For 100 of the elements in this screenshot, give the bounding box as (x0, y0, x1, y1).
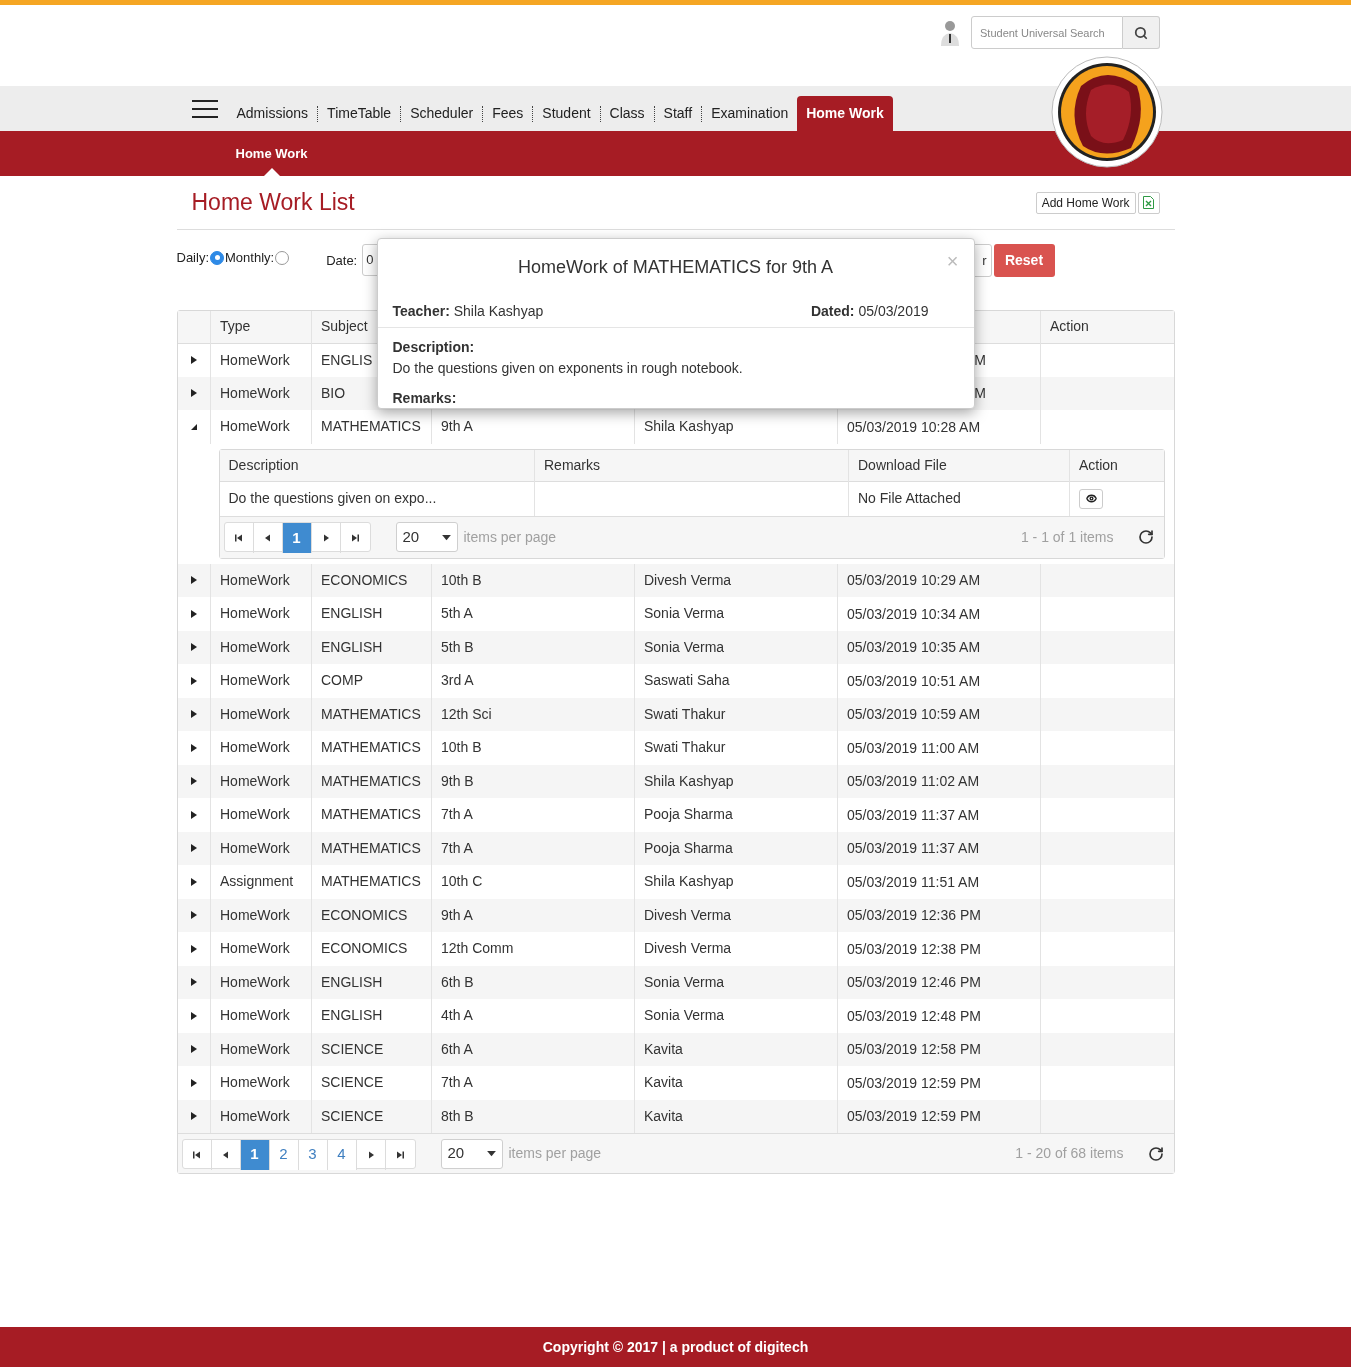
expand-toggle[interactable] (188, 943, 199, 954)
user-avatar-icon[interactable] (939, 18, 961, 47)
table-cell: No File Attached (848, 481, 1070, 516)
dialog-title: HomeWork of MATHEMATICS for 9th A (517, 255, 834, 279)
expand-toggle[interactable] (188, 977, 199, 988)
expand-toggle[interactable] (188, 1077, 199, 1088)
column-header[interactable]: Action (1040, 311, 1174, 343)
expand-toggle[interactable] (188, 1044, 199, 1055)
table-cell: MATHEMATICS (311, 865, 432, 899)
table-cell: 10th C (431, 865, 635, 899)
column-header[interactable]: Description (219, 449, 535, 482)
table-cell: M (974, 352, 986, 368)
expand-toggle[interactable] (188, 776, 199, 787)
export-excel-button[interactable] (1137, 191, 1160, 214)
nav-tab[interactable]: Staff (654, 96, 702, 131)
nav-tab[interactable]: Home Work (797, 96, 893, 131)
expand-toggle[interactable] (188, 876, 199, 887)
table-cell: HomeWork (210, 343, 312, 377)
page-size-select[interactable]: 20 (440, 1138, 503, 1169)
expand-toggle[interactable] (188, 608, 199, 619)
expand-toggle[interactable] (188, 709, 199, 720)
table-cell: Divesh Verma (634, 932, 838, 966)
add-home-work-button[interactable]: Add Home Work (1035, 191, 1136, 214)
radio-label: Daily: (176, 249, 209, 267)
search-field[interactable]: Student Universal Search (971, 16, 1123, 49)
last-page-icon (395, 1149, 405, 1160)
dropdown-caret-icon (441, 533, 451, 541)
items-summary: 1 - 20 of 68 items (1015, 1144, 1124, 1163)
column-header[interactable]: Type (210, 311, 312, 343)
column-header[interactable]: Action (1069, 449, 1164, 482)
radio-button[interactable] (275, 250, 290, 265)
nav-tab[interactable]: Scheduler (401, 96, 483, 131)
expand-toggle[interactable] (188, 642, 199, 653)
expand-toggle[interactable] (188, 809, 199, 820)
subnav-tab[interactable]: Home Work (235, 131, 308, 176)
table-cell: ECONOMICS (311, 932, 432, 966)
page-button[interactable]: 1 (240, 1139, 270, 1170)
expand-toggle[interactable] (188, 1010, 199, 1021)
eye-icon (1085, 493, 1097, 505)
search-button[interactable] (1123, 16, 1160, 49)
table-cell: Saswati Saha (634, 664, 838, 698)
table-cell: 12th Comm (431, 932, 635, 966)
table-cell: 9th A (431, 410, 635, 444)
column-header[interactable]: Remarks (534, 449, 849, 482)
table-cell: 5th A (431, 597, 635, 631)
nav-tab[interactable]: Student (533, 96, 600, 131)
table-cell-text: 05/03/2019 10:29 AM (846, 572, 982, 589)
view-button[interactable] (1079, 488, 1103, 509)
items-summary: 1 - 1 of 1 items (1020, 527, 1114, 547)
table-cell: Shila Kashyap (634, 410, 838, 444)
expand-toggle[interactable] (188, 1111, 199, 1122)
search-icon (1134, 25, 1148, 40)
page-button[interactable]: 1 (282, 523, 312, 553)
table-cell: 7th A (431, 798, 635, 832)
nav-tab[interactable]: Fees (483, 96, 533, 131)
table-cell: MATHEMATICS (311, 410, 432, 444)
spreadsheet-icon (1143, 196, 1154, 209)
nav-tab[interactable]: Examination (702, 96, 798, 131)
table-cell: COMP (311, 664, 432, 698)
table-cell: HomeWork (210, 1066, 312, 1100)
column-header[interactable]: Download File (848, 449, 1070, 482)
page-button[interactable]: 2 (269, 1139, 299, 1170)
page-button[interactable]: 4 (327, 1139, 357, 1170)
table-cell-text: 05/03/2019 10:35 AM (846, 639, 982, 656)
refresh-icon[interactable] (1147, 1145, 1164, 1162)
table-cell-text: 05/03/2019 11:37 AM (846, 806, 981, 823)
expand-toggle[interactable] (188, 388, 199, 399)
last-page-icon (350, 533, 360, 543)
table-cell: 10th B (431, 731, 635, 765)
items-per-page-label: items per page (508, 1144, 602, 1163)
reset-button[interactable]: Reset (993, 244, 1055, 277)
expand-toggle[interactable] (188, 355, 199, 365)
expand-toggle[interactable] (188, 742, 199, 753)
expand-toggle[interactable] (188, 675, 199, 686)
table-cell-text: 05/03/2019 12:59 PM (846, 1108, 982, 1125)
page-button[interactable]: 3 (298, 1139, 328, 1170)
table-cell: Swati Thakur (634, 731, 838, 765)
expand-toggle[interactable] (188, 843, 199, 854)
dated-text: Dated: 05/03/2019 (810, 302, 929, 321)
nav-tab[interactable]: Class (600, 96, 654, 131)
table-cell: HomeWork (210, 932, 312, 966)
expand-toggle[interactable] (188, 910, 199, 921)
radio-label: Monthly: (225, 249, 275, 267)
refresh-icon[interactable] (1137, 529, 1154, 545)
table-cell: 3rd A (431, 664, 635, 698)
table-cell-text: 05/03/2019 11:02 AM (846, 773, 981, 790)
nav-tab[interactable]: TimeTable (318, 96, 401, 131)
page-size-select[interactable]: 20 (395, 522, 458, 552)
radio-button[interactable] (210, 250, 224, 265)
table-cell-text: 05/03/2019 12:38 PM (846, 940, 982, 957)
expand-toggle[interactable] (188, 575, 199, 586)
table-cell: SCIENCE (311, 1066, 432, 1100)
menu-icon[interactable] (191, 100, 218, 118)
table-cell-text: 05/03/2019 11:51 AM (846, 873, 981, 890)
table-cell: HomeWork (210, 664, 312, 698)
nav-tab[interactable]: Admissions (227, 96, 318, 131)
table-cell: HomeWork (210, 999, 312, 1033)
table-cell: Sonia Verma (634, 597, 838, 631)
table-cell: Assignment (210, 865, 312, 899)
table-cell: Kavita (634, 1066, 838, 1100)
